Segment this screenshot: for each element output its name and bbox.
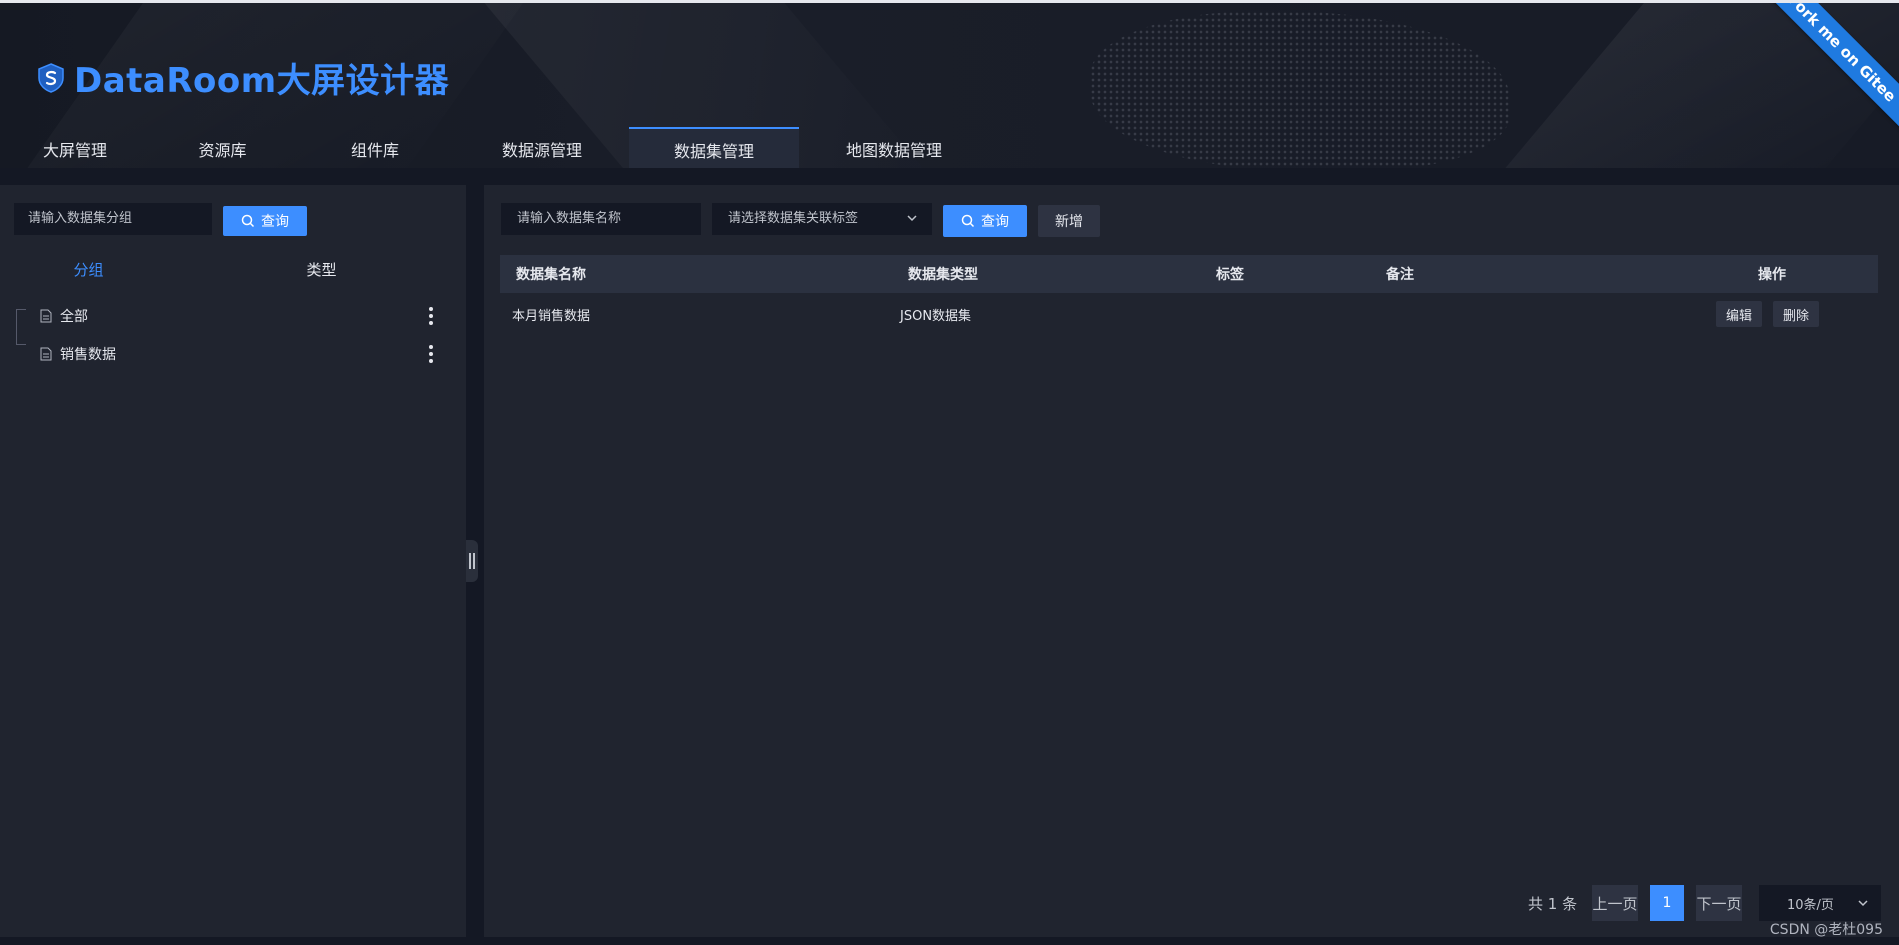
dataset-search-button-label: 查询 — [981, 214, 1009, 230]
group-search-button[interactable]: 查询 — [223, 206, 307, 236]
watermark: CSDN @老杜095 — [1769, 922, 1883, 938]
column-header-tags: 标签 — [1216, 267, 1244, 283]
prev-page-button[interactable]: 上一页 — [1592, 885, 1638, 921]
logo-shield-icon — [38, 62, 64, 93]
page-size-select[interactable]: 10条/页 — [1759, 885, 1881, 921]
tab-type[interactable]: 类型 — [177, 255, 466, 285]
file-icon — [40, 309, 52, 323]
table-row: 本月销售数据 JSON数据集 编辑 删除 — [500, 293, 1878, 335]
cell-dataset-name: 本月销售数据 — [512, 308, 591, 324]
column-header-name: 数据集名称 — [516, 267, 586, 283]
delete-button[interactable]: 删除 — [1773, 301, 1819, 327]
next-page-button[interactable]: 下一页 — [1696, 885, 1742, 921]
dataset-search-button[interactable]: 查询 — [943, 205, 1027, 237]
nav-item-dataset[interactable]: 数据集管理 — [629, 127, 799, 168]
tree-item[interactable]: 全部 — [14, 297, 454, 335]
tag-select-placeholder: 请选择数据集关联标签 — [728, 211, 859, 226]
nav-item-components[interactable]: 组件库 — [295, 127, 455, 168]
group-tree: 全部 销售数据 — [14, 297, 454, 373]
edit-button[interactable]: 编辑 — [1716, 301, 1762, 327]
pagination: 共 1 条 上一页 1 下一页 10条/页 — [484, 885, 1899, 921]
pagination-total: 共 1 条 — [1528, 895, 1578, 913]
more-vertical-icon[interactable] — [428, 345, 434, 363]
tag-select[interactable]: 请选择数据集关联标签 — [712, 203, 932, 235]
column-header-remark: 备注 — [1386, 267, 1414, 283]
search-icon — [961, 214, 975, 228]
tab-group[interactable]: 分组 — [0, 255, 177, 285]
dataset-table: 数据集名称 数据集类型 标签 备注 操作 本月销售数据 JSON数据集 编辑 删… — [500, 255, 1878, 335]
tree-item[interactable]: 销售数据 — [14, 335, 454, 373]
search-icon — [241, 214, 255, 228]
chevron-down-icon — [907, 215, 917, 222]
column-header-type: 数据集类型 — [908, 267, 978, 283]
page: DataRoom大屏设计器 Fork me on Gitee 大屏管理 资源库 … — [0, 0, 1899, 945]
page-size-value: 10条/页 — [1787, 897, 1834, 913]
nav-item-screen[interactable]: 大屏管理 — [0, 127, 150, 168]
group-search-button-label: 查询 — [261, 214, 289, 230]
group-search-input[interactable]: 请输入数据集分组 — [14, 203, 212, 235]
dataset-name-input[interactable]: 请输入数据集名称 — [501, 203, 701, 235]
nav-item-map-data[interactable]: 地图数据管理 — [799, 127, 989, 168]
more-vertical-icon[interactable] — [428, 307, 434, 325]
app-title: DataRoom大屏设计器 — [74, 61, 450, 101]
tree-item-label: 销售数据 — [60, 347, 116, 363]
right-panel: 请输入数据集名称 请选择数据集关联标签 查询 新增 数据集名称 数据集类型 标签… — [484, 185, 1899, 937]
left-tabs: 分组 类型 — [0, 255, 466, 285]
column-header-actions: 操作 — [1758, 267, 1786, 283]
add-dataset-button[interactable]: 新增 — [1038, 205, 1100, 237]
file-icon — [40, 347, 52, 361]
nav-item-datasource[interactable]: 数据源管理 — [455, 127, 629, 168]
chevron-down-icon — [1858, 900, 1868, 907]
world-map-decoration — [1090, 11, 1510, 168]
cell-dataset-type: JSON数据集 — [900, 308, 972, 324]
tree-item-label: 全部 — [60, 309, 88, 325]
app-logo: DataRoom大屏设计器 — [38, 53, 449, 102]
main-nav: 大屏管理 资源库 组件库 数据源管理 数据集管理 地图数据管理 — [0, 127, 989, 168]
header: DataRoom大屏设计器 Fork me on Gitee 大屏管理 资源库 … — [0, 0, 1899, 168]
table-header: 数据集名称 数据集类型 标签 备注 操作 — [500, 255, 1878, 293]
left-panel: 请输入数据集分组 查询 分组 类型 全部 销售数据 — [0, 185, 466, 937]
panel-resize-handle[interactable] — [466, 540, 478, 582]
current-page-button[interactable]: 1 — [1650, 885, 1684, 921]
nav-item-resources[interactable]: 资源库 — [150, 127, 295, 168]
